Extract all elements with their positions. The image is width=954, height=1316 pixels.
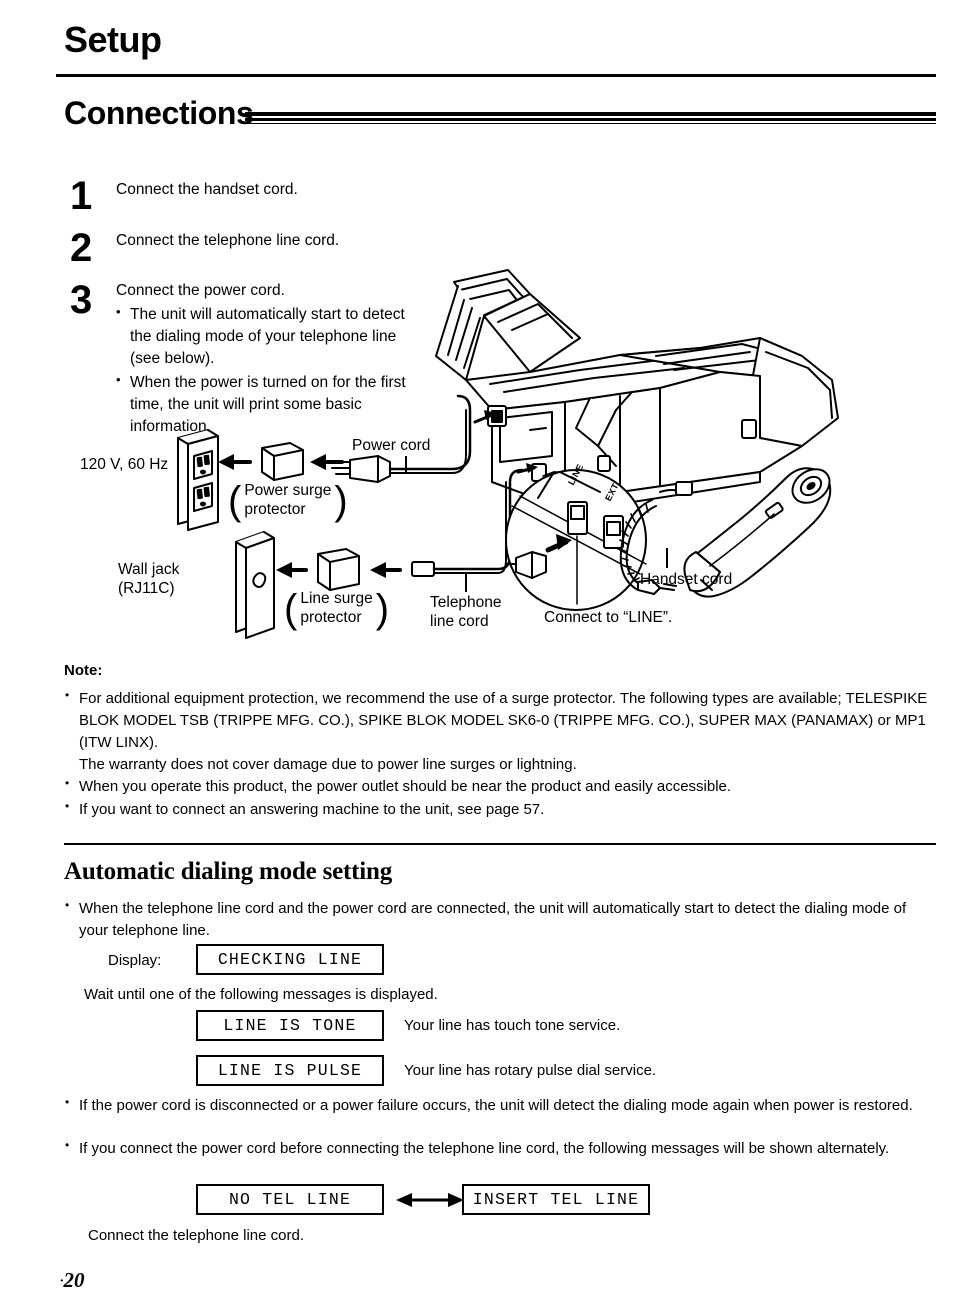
line-surge-protector xyxy=(317,548,360,591)
paren-open: ( xyxy=(284,586,298,631)
label-handset-cord: Handset cord xyxy=(640,571,733,588)
line-is-pulse-description: Your line has rotary pulse dial service. xyxy=(404,1062,657,1079)
note-heading: Note: xyxy=(64,662,103,679)
note-item: For additional equipment protection, we … xyxy=(64,687,940,753)
section-title-rule xyxy=(245,112,936,124)
auto-dialing-intro: When the telephone line cord and the pow… xyxy=(64,897,936,942)
step-number-1: 1 xyxy=(70,174,93,218)
step-text-1: Connect the handset cord. xyxy=(116,181,298,198)
header-divider xyxy=(56,74,936,77)
fax-machine-illustration xyxy=(435,269,839,507)
telephone-line-cord-line1: Telephone xyxy=(430,594,502,611)
note-item: When you operate this product, the power… xyxy=(64,775,940,798)
connections-diagram: 120 V, 60 Hz Power cord ( Power surge pr… xyxy=(60,260,950,650)
diagram-artwork xyxy=(177,269,839,639)
auto-dialing-intro-text: When the telephone line cord and the pow… xyxy=(64,897,936,942)
lcd-insert-tel-line: INSERT TEL LINE xyxy=(462,1184,650,1215)
paren-open: ( xyxy=(228,478,242,523)
lcd-line-is-tone: LINE IS TONE xyxy=(196,1010,384,1041)
telephone-line-cord-leader xyxy=(465,572,467,592)
page-number-value: 20 xyxy=(63,1268,85,1292)
note-list: For additional equipment protection, we … xyxy=(64,687,940,822)
label-telephone-line-cord: Telephone line cord xyxy=(430,593,502,632)
telephone-line-cord xyxy=(411,468,524,577)
section-title: Connections xyxy=(64,95,254,131)
wall-outlet xyxy=(177,429,219,531)
label-voltage: 120 V, 60 Hz xyxy=(80,456,169,473)
alternating-arrow-icon xyxy=(396,1190,464,1215)
closing-instruction: Connect the telephone line cord. xyxy=(88,1227,304,1244)
lcd-line-is-pulse: LINE IS PULSE xyxy=(196,1055,384,1086)
line-surge-protector-line2: protector xyxy=(300,608,362,626)
wall-jack-line2: (RJ11C) xyxy=(118,580,175,598)
wall-jack-plate xyxy=(235,531,275,639)
label-wall-jack: Wall jack (RJ11C) xyxy=(118,560,179,599)
auto-dialing-bullet-1-text: If the power cord is disconnected or a p… xyxy=(64,1094,936,1117)
telephone-line-cord-line2: line cord xyxy=(430,613,489,631)
handset-cord-leader xyxy=(666,548,668,568)
jack-closeup-callout xyxy=(505,469,647,611)
auto-dialing-bullet-2-text: If you connect the power cord before con… xyxy=(64,1137,936,1160)
label-line-surge-protector: ( Line surge protector ) xyxy=(284,586,390,631)
section-divider xyxy=(64,843,936,845)
chapter-title: Setup xyxy=(64,19,162,60)
power-cord-leader xyxy=(405,456,407,472)
power-surge-protector-line2: protector xyxy=(244,500,306,518)
auto-dialing-bullet-2: If you connect the power cord before con… xyxy=(64,1137,936,1160)
note-item: If you want to connect an answering mach… xyxy=(64,798,940,821)
manual-page: Setup Connections 1 Connect the handset … xyxy=(0,0,954,1316)
line-is-tone-description: Your line has touch tone service. xyxy=(404,1017,621,1034)
wall-jack-line1: Wall jack xyxy=(118,561,180,578)
line-surge-protector-line1: Line surge xyxy=(300,590,373,607)
power-surge-protector-line1: Power surge xyxy=(244,482,332,499)
auto-dialing-heading: Automatic dialing mode setting xyxy=(64,858,393,885)
label-connect-to-line: Connect to “LINE”. xyxy=(544,609,673,626)
auto-dialing-bullet-1: If the power cord is disconnected or a p… xyxy=(64,1094,936,1117)
page-number: ·20 xyxy=(60,1268,85,1293)
lcd-no-tel-line: NO TEL LINE xyxy=(196,1184,384,1215)
paren-close: ) xyxy=(334,478,348,523)
label-power-surge-protector: ( Power surge protector ) xyxy=(228,478,348,523)
paren-close: ) xyxy=(375,586,390,631)
label-power-cord: Power cord xyxy=(352,437,431,454)
display-label: Display: xyxy=(108,952,162,969)
lcd-checking-line: CHECKING LINE xyxy=(196,944,384,975)
step-text-2: Connect the telephone line cord. xyxy=(116,232,340,249)
power-surge-protector xyxy=(261,442,304,481)
wait-instruction: Wait until one of the following messages… xyxy=(84,986,438,1003)
note-warranty-line: The warranty does not cover damage due t… xyxy=(79,756,577,774)
